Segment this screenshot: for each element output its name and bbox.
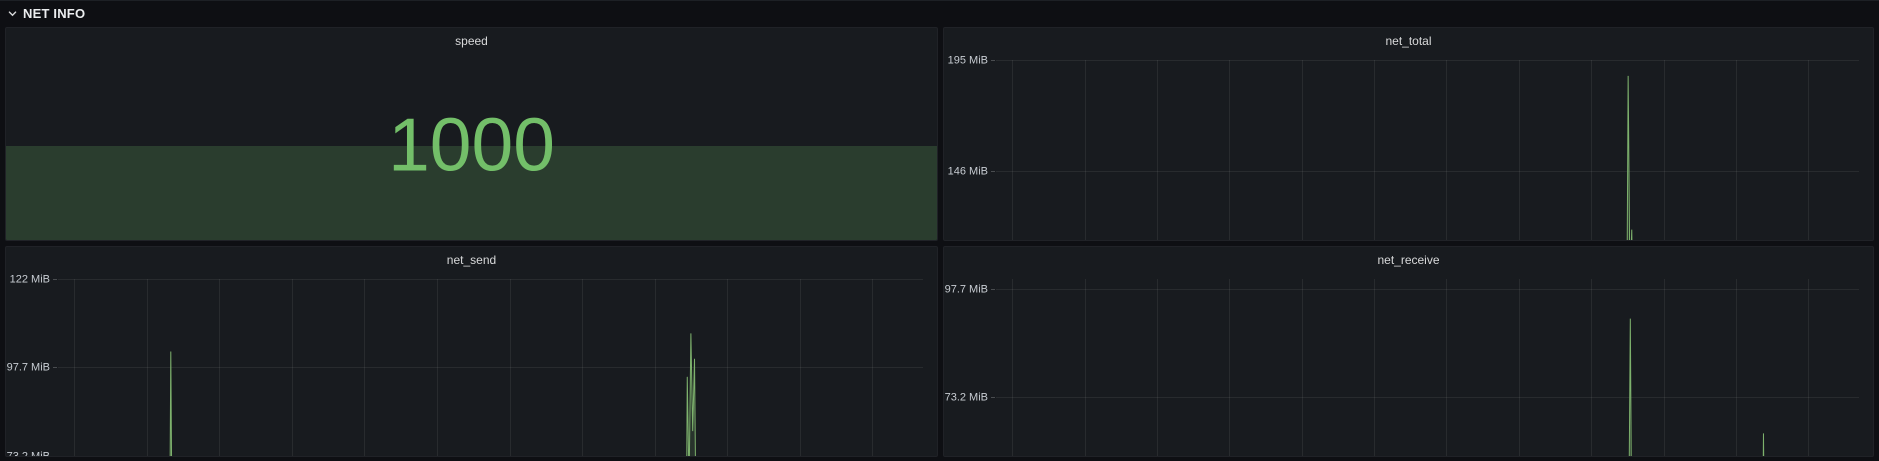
- chevron-down-icon: [7, 8, 18, 19]
- panel-net-send: net_send min max avg current total net_s…: [5, 246, 938, 457]
- dashboard-row-grid: speed 1000 net_total min max avg current…: [5, 27, 1874, 457]
- panel-title-net-send[interactable]: net_send: [6, 247, 937, 273]
- panel-net-total: net_total min max avg current total net_…: [943, 27, 1874, 241]
- section-title: NET INFO: [23, 6, 86, 21]
- speed-stat-value: 1000: [388, 102, 555, 187]
- panel-speed: speed 1000: [5, 27, 938, 241]
- panel-title-net-receive[interactable]: net_receive: [944, 247, 1873, 273]
- net-receive-chart[interactable]: [944, 273, 1873, 456]
- net-total-chart[interactable]: [944, 54, 1873, 240]
- net-send-chart[interactable]: [6, 273, 937, 456]
- panel-title-net-total[interactable]: net_total: [944, 28, 1873, 54]
- panel-net-receive: net_receive min max avg current total ne…: [943, 246, 1874, 457]
- section-header-net-info[interactable]: NET INFO: [0, 0, 1879, 26]
- panel-title-speed[interactable]: speed: [6, 28, 937, 54]
